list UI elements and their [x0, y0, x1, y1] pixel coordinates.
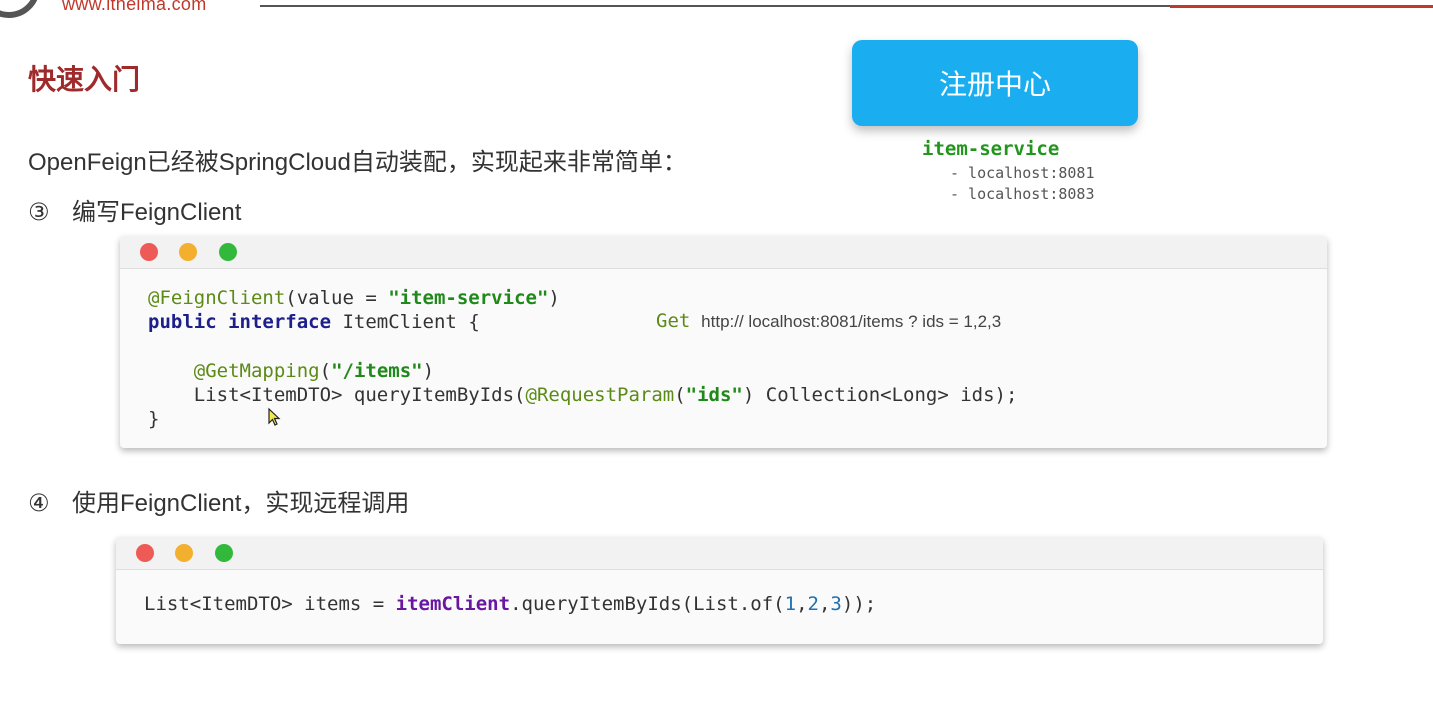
close-dot-icon	[136, 544, 154, 562]
maximize-dot-icon	[219, 243, 237, 261]
code-keyword: public	[148, 311, 217, 334]
code-number: 3	[830, 593, 842, 615]
code-number: 2	[807, 593, 819, 615]
code-text: List<ItemDTO> items =	[144, 593, 396, 615]
code-text: ));	[841, 593, 877, 615]
code-block: List<ItemDTO> items = itemClient.queryIt…	[144, 592, 876, 616]
code-number: 1	[784, 593, 797, 615]
code-text: )	[548, 287, 560, 309]
close-dot-icon	[140, 243, 158, 261]
service-instance: - localhost:8081	[950, 164, 1095, 182]
http-method-label: Get	[656, 310, 691, 332]
code-window-feign-client: @FeignClient(value = "item-service") pub…	[120, 236, 1327, 448]
mouse-cursor-icon	[268, 407, 281, 426]
code-text: .queryItemByIds(List.of(	[510, 593, 785, 615]
code-text: }	[148, 408, 160, 431]
code-string: "item-service"	[388, 287, 549, 309]
header-accent-line	[1170, 5, 1433, 8]
code-annotation: @RequestParam	[525, 383, 675, 406]
code-field: itemClient	[395, 593, 511, 615]
code-keyword: interface	[228, 311, 332, 334]
step-3-heading: ③ 编写FeignClient	[28, 192, 241, 227]
code-text: ,	[796, 593, 808, 615]
slide-title: 快速入门	[28, 64, 141, 95]
window-title-bar	[116, 537, 1323, 570]
code-annotation: @GetMapping	[193, 359, 320, 382]
code-window-feign-usage: List<ItemDTO> items = itemClient.queryIt…	[116, 537, 1323, 644]
step-4-label: 使用FeignClient，实现远程调用	[72, 490, 410, 517]
code-text: )	[422, 359, 435, 382]
registry-center-label: 注册中心	[938, 69, 1051, 100]
window-title-bar	[120, 236, 1327, 269]
maximize-dot-icon	[215, 544, 233, 562]
minimize-dot-icon	[175, 544, 193, 562]
code-annotation: @FeignClient	[148, 287, 286, 309]
logo-icon	[0, 0, 40, 18]
code-text: ) Collection<Long> ids);	[742, 383, 1018, 406]
request-url-note: Get http:// localhost:8081/items ? ids =…	[656, 310, 1001, 332]
code-string: "/items"	[331, 359, 423, 382]
step-3-label: 编写FeignClient	[72, 199, 242, 226]
code-text: (	[319, 359, 332, 382]
code-text: ,	[818, 593, 831, 615]
step-4-heading: ④ 使用FeignClient，实现远程调用	[28, 483, 409, 518]
service-instance: - localhost:8083	[950, 185, 1095, 203]
request-url: http:// localhost:8081/items ? ids = 1,2…	[701, 312, 1002, 331]
registry-center-box: 注册中心	[852, 40, 1138, 126]
code-text: List<ItemDTO> queryItemByIds(	[193, 383, 526, 406]
code-text: ItemClient {	[331, 311, 480, 334]
logo-url: www.itheima.com	[62, 0, 207, 14]
step-3-number: ③	[28, 199, 50, 226]
code-string: "ids"	[685, 383, 743, 406]
intro-text: OpenFeign已经被SpringCloud自动装配，实现起来非常简单：	[28, 149, 687, 176]
code-text: (value =	[285, 287, 389, 309]
step-4-number: ④	[28, 490, 50, 517]
code-text: (	[674, 383, 686, 406]
minimize-dot-icon	[179, 243, 197, 261]
service-name: item-service	[922, 138, 1060, 160]
